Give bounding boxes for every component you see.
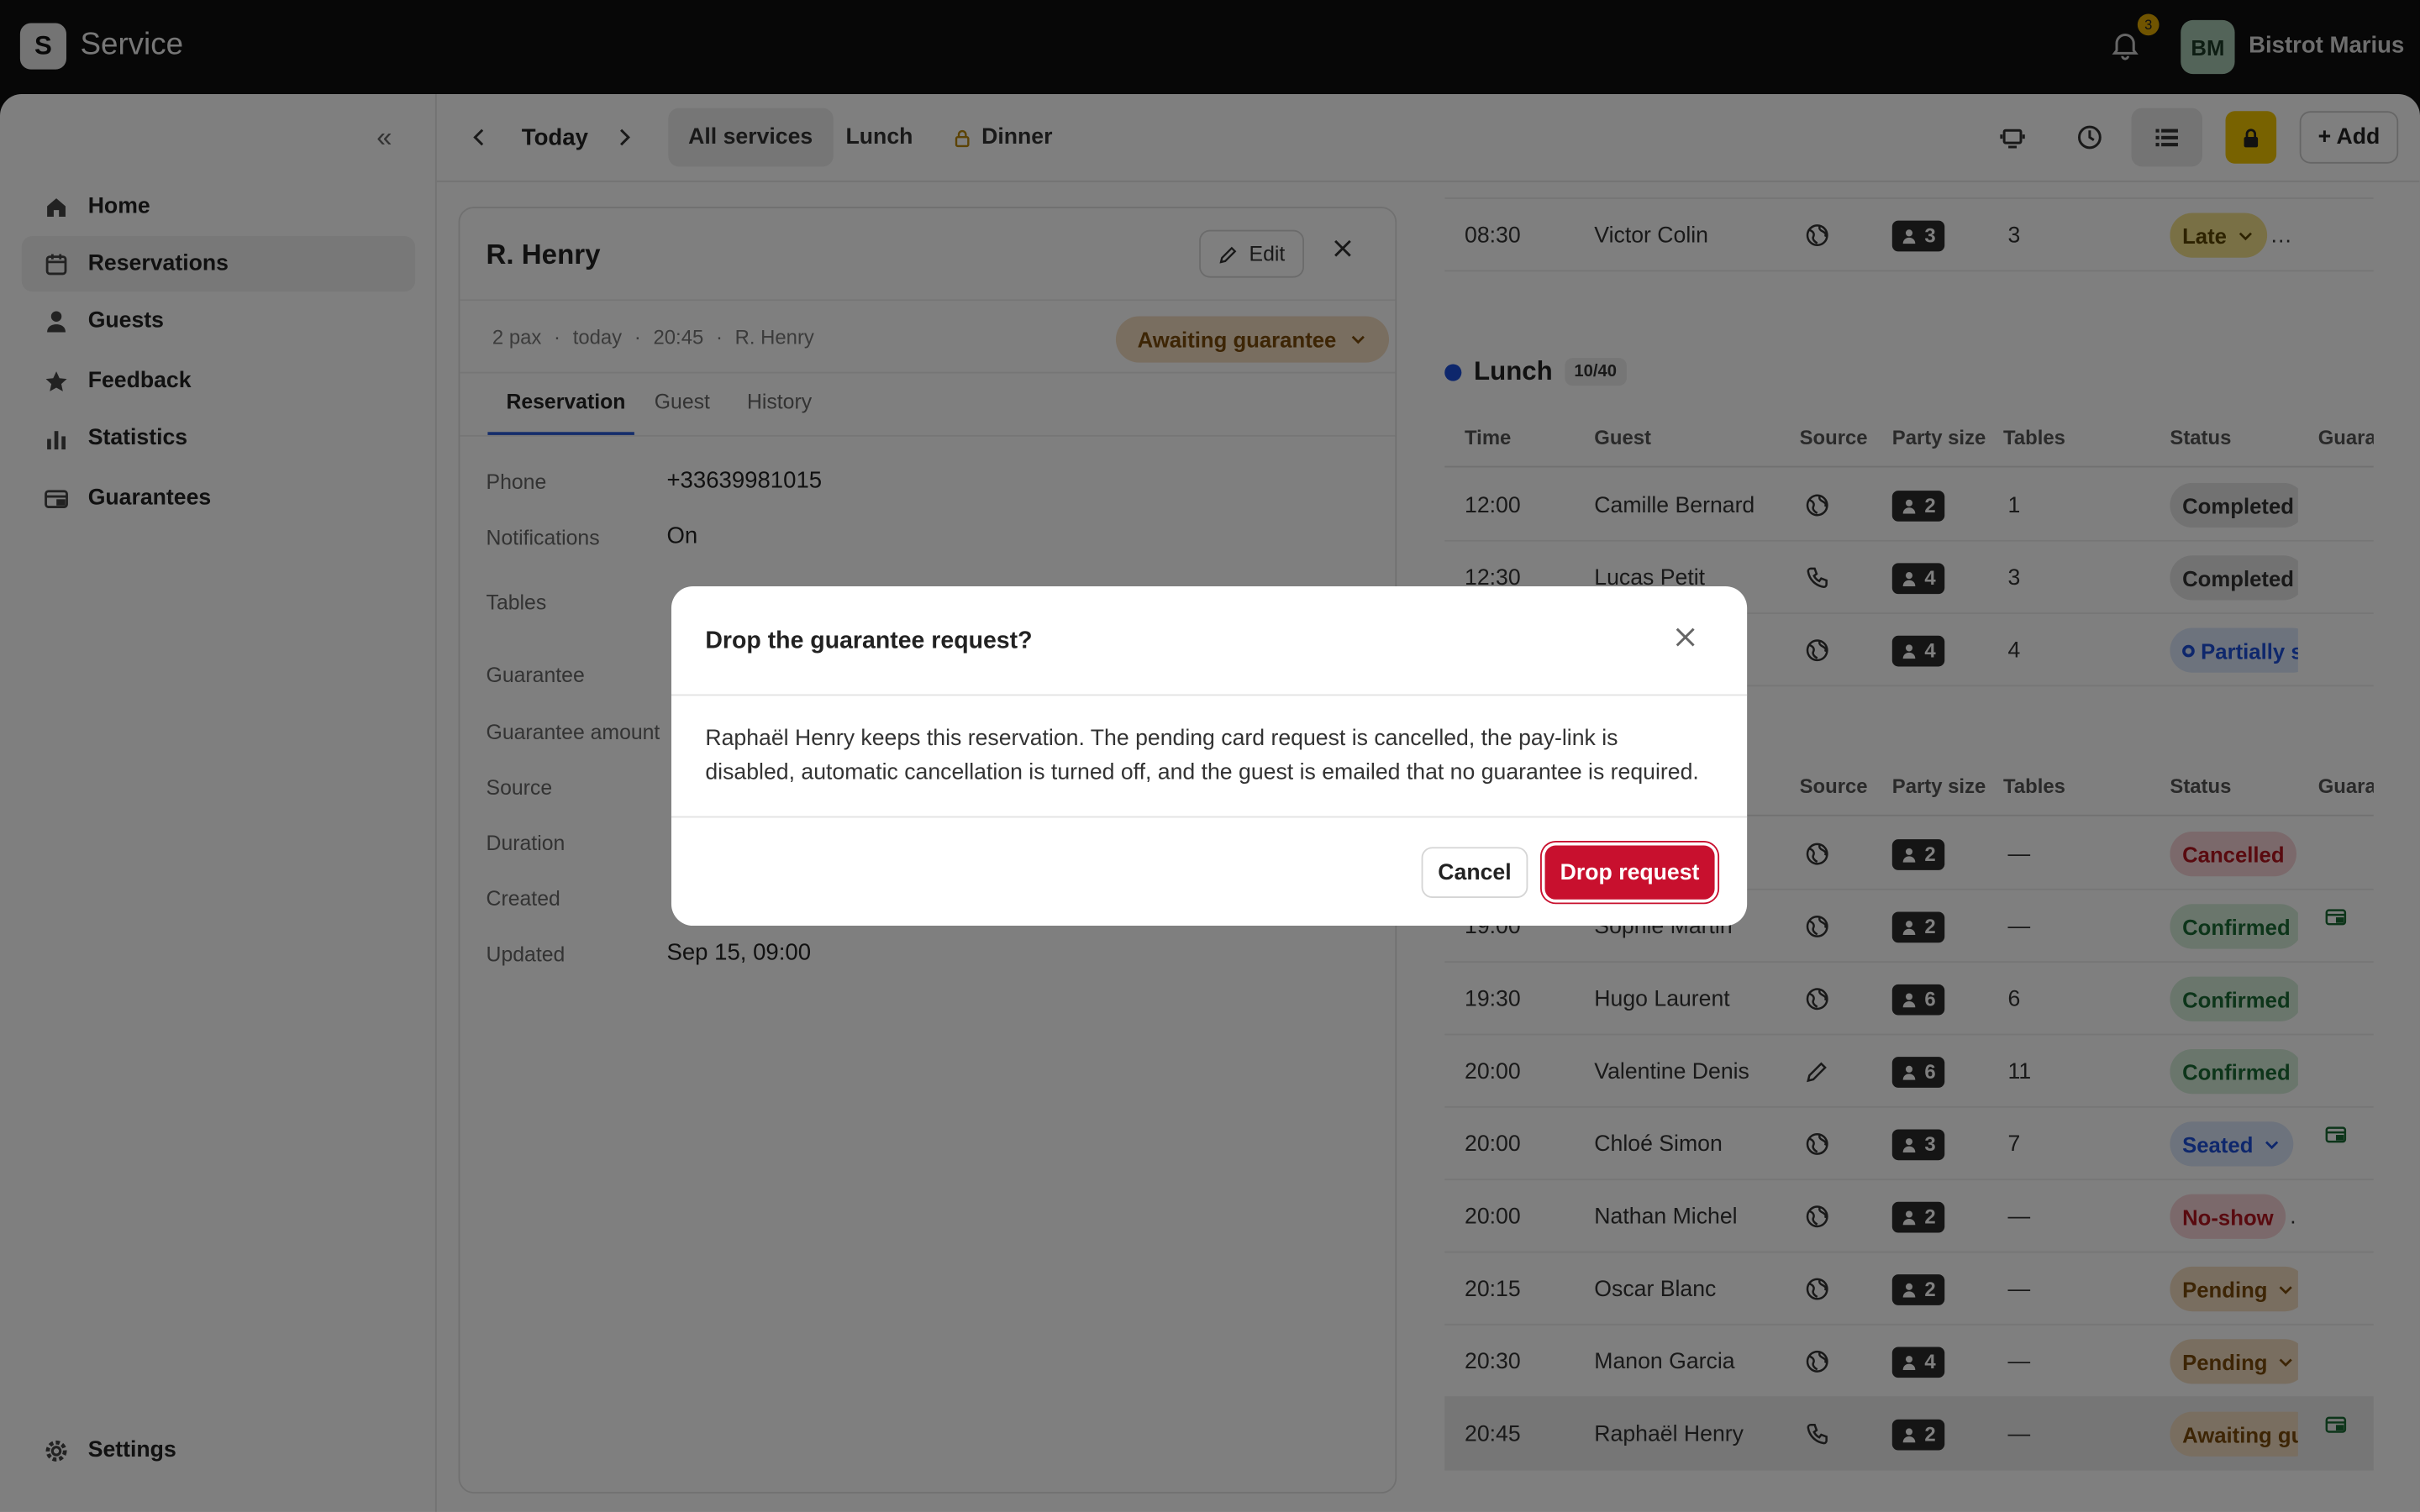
divider — [671, 694, 1748, 696]
drop-guarantee-dialog: Drop the guarantee request? Raphaël Henr… — [671, 585, 1748, 927]
divider — [671, 816, 1748, 818]
cancel-button[interactable]: Cancel — [1421, 847, 1528, 898]
dialog-body: Raphaël Henry keeps this reservation. Th… — [705, 727, 1699, 785]
dialog-title: Drop the guarantee request? — [705, 627, 1033, 654]
close-icon[interactable] — [1671, 623, 1702, 654]
drop-request-button[interactable]: Drop request — [1544, 845, 1715, 900]
